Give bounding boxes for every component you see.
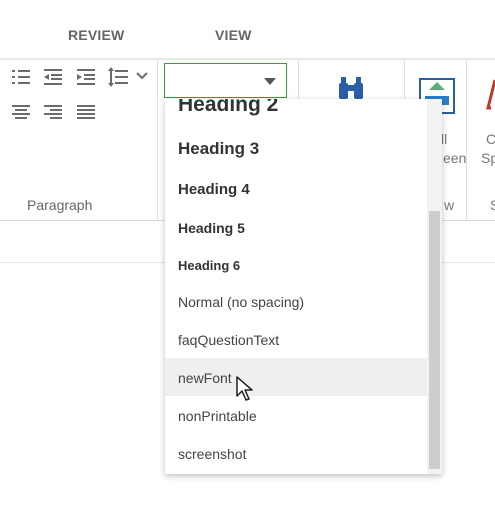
spelling-group-label-part: S [490,197,495,213]
spelling-label-part: Sp [481,150,495,166]
align-center-icon[interactable] [12,105,30,119]
ribbon-divider [157,60,158,220]
style-option-newfont[interactable]: newFont [165,358,427,396]
view-group-label-part: w [444,197,455,213]
spell-check-icon[interactable] [482,78,495,112]
numbered-list-icon[interactable] [12,69,30,85]
chevron-down-icon[interactable] [136,72,148,80]
align-right-icon[interactable] [44,105,62,119]
style-option-heading-6[interactable]: Heading 6 [165,247,427,285]
style-option-heading-3[interactable]: Heading 3 [165,131,427,169]
scrollbar-thumb[interactable] [429,211,440,469]
ribbon-tab-bar: REVIEW VIEW [0,0,495,60]
style-option-heading-5[interactable]: Heading 5 [165,209,427,247]
dropdown-scrollbar[interactable] [427,99,442,474]
ribbon-divider [466,60,467,220]
mouse-cursor-icon [236,376,253,401]
style-option-heading-2[interactable]: Heading 2 [165,99,427,125]
tab-review[interactable]: REVIEW [68,27,124,43]
binoculars-icon[interactable] [337,77,365,101]
style-dropdown-list[interactable]: Heading 2 Heading 3 Heading 4 Heading 5 … [165,99,442,474]
full-screen-label-part: een [443,150,467,166]
decrease-indent-icon[interactable] [44,69,62,85]
tab-view[interactable]: VIEW [215,27,252,43]
increase-indent-icon[interactable] [77,69,95,85]
style-option-normal-no-spacing[interactable]: Normal (no spacing) [165,283,427,321]
justify-icon[interactable] [77,105,95,119]
style-option-nonprintable[interactable]: nonPrintable [165,397,427,435]
style-option-faqquestiontext[interactable]: faqQuestionText [165,321,427,359]
paragraph-group-label: Paragraph [27,197,93,213]
style-option-screenshot[interactable]: screenshot [165,435,427,473]
spelling-label-part: C [486,131,495,147]
dropdown-arrow-icon[interactable] [264,78,276,85]
line-spacing-icon[interactable] [108,67,128,87]
style-option-heading-4[interactable]: Heading 4 [165,171,427,209]
paragraph-style-select[interactable] [164,63,287,98]
